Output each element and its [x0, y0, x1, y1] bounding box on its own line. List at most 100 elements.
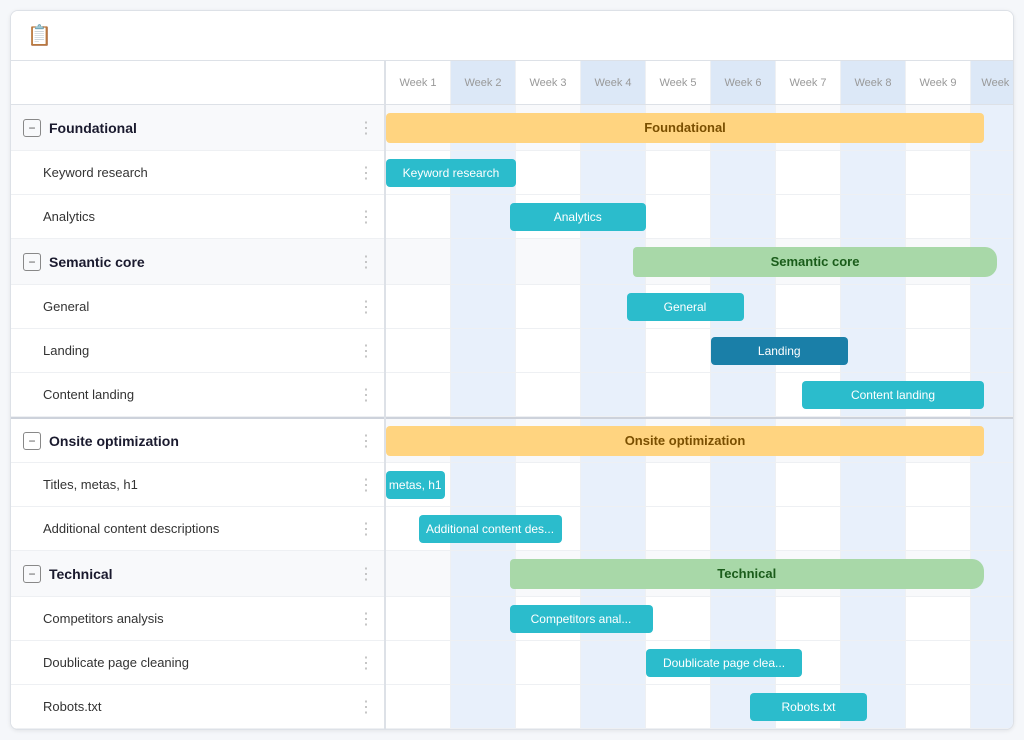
gantt-cell-analytics-col-0	[386, 195, 451, 238]
gantt-row-robots-txt: Robots.txt	[386, 685, 1013, 729]
gantt-cell-content-landing-col-3	[581, 373, 646, 416]
row-menu-competitors-analysis[interactable]: ⋮	[354, 609, 376, 629]
gantt-row-additional-content: Additional content des...	[386, 507, 1013, 551]
gantt-cell-titles-metas-col-5	[711, 463, 776, 506]
gantt-cell-titles-metas-col-2	[516, 463, 581, 506]
gantt-bar-landing[interactable]: Landing	[711, 337, 848, 365]
gantt-cell-landing-col-2	[516, 329, 581, 372]
left-panel: −Foundational⋮Keyword research⋮Analytics…	[11, 61, 386, 729]
gantt-cell-general-col-6	[776, 285, 841, 328]
left-cell-competitors-analysis: Competitors analysis⋮	[11, 597, 384, 640]
collapse-icon-foundational[interactable]: −	[23, 119, 41, 137]
gantt-cell-landing-col-4	[646, 329, 711, 372]
gantt-col-header-7: Week 8	[841, 61, 906, 104]
right-panel: Week 1Week 2Week 3Week 4Week 5Week 6Week…	[386, 61, 1013, 729]
gantt-cell-competitors-analysis-col-7	[841, 597, 906, 640]
gantt-bar-analytics[interactable]: Analytics	[510, 203, 647, 231]
gantt-cell-landing-col-9	[971, 329, 1013, 372]
gantt-col-header-6: Week 7	[776, 61, 841, 104]
gantt-cell-keyword-research-col-2	[516, 151, 581, 194]
row-menu-semantic-core[interactable]: ⋮	[354, 252, 376, 272]
collapse-icon-technical[interactable]: −	[23, 565, 41, 583]
row-menu-landing[interactable]: ⋮	[354, 341, 376, 361]
row-menu-titles-metas[interactable]: ⋮	[354, 475, 376, 495]
gantt-cell-general-col-0	[386, 285, 451, 328]
row-menu-technical[interactable]: ⋮	[354, 564, 376, 584]
gantt-cell-robots-txt-col-4	[646, 685, 711, 728]
left-header	[11, 61, 384, 105]
row-menu-onsite-optimization[interactable]: ⋮	[354, 431, 376, 451]
gantt-wrapper: −Foundational⋮Keyword research⋮Analytics…	[11, 61, 1013, 729]
left-row-technical: −Technical⋮	[11, 551, 384, 597]
gantt-col-header-5: Week 6	[711, 61, 776, 104]
app-header: 📋	[11, 11, 1013, 61]
gantt-row-competitors-analysis: Competitors anal...	[386, 597, 1013, 641]
row-menu-foundational[interactable]: ⋮	[354, 118, 376, 138]
gantt-col-header-3: Week 4	[581, 61, 646, 104]
gantt-bar-content-landing[interactable]: Content landing	[802, 381, 984, 409]
gantt-row-technical: Technical	[386, 551, 1013, 597]
left-row-foundational: −Foundational⋮	[11, 105, 384, 151]
gantt-bar-competitors-analysis[interactable]: Competitors anal...	[510, 605, 653, 633]
left-cell-additional-content: Additional content descriptions⋮	[11, 507, 384, 550]
gantt-cell-content-landing-col-2	[516, 373, 581, 416]
left-cell-foundational: −Foundational⋮	[11, 105, 384, 150]
left-row-additional-content: Additional content descriptions⋮	[11, 507, 384, 551]
gantt-cell-titles-metas-col-4	[646, 463, 711, 506]
app-icon: 📋	[27, 23, 52, 48]
gantt-cell-titles-metas-col-6	[776, 463, 841, 506]
gantt-cell-semantic-core-col-2	[516, 239, 581, 284]
collapse-icon-onsite-optimization[interactable]: −	[23, 432, 41, 450]
row-label-semantic-core: Semantic core	[49, 254, 354, 270]
left-row-onsite-optimization: −Onsite optimization⋮	[11, 417, 384, 463]
collapse-icon-semantic-core[interactable]: −	[23, 253, 41, 271]
left-row-analytics: Analytics⋮	[11, 195, 384, 239]
left-row-robots-txt: Robots.txt⋮	[11, 685, 384, 729]
row-menu-analytics[interactable]: ⋮	[354, 207, 376, 227]
gantt-cell-analytics-col-4	[646, 195, 711, 238]
row-menu-general[interactable]: ⋮	[354, 297, 376, 317]
gantt-bar-onsite-optimization[interactable]: Onsite optimization	[386, 426, 984, 456]
gantt-bar-foundational[interactable]: Foundational	[386, 113, 984, 143]
gantt-grid: Week 1Week 2Week 3Week 4Week 5Week 6Week…	[386, 61, 1013, 729]
gantt-bar-titles-metas[interactable]: metas, h1	[386, 471, 445, 499]
gantt-cell-keyword-research-col-3	[581, 151, 646, 194]
gantt-bar-robots-txt[interactable]: Robots.txt	[750, 693, 867, 721]
left-cell-landing: Landing⋮	[11, 329, 384, 372]
left-row-doublicate-page: Doublicate page cleaning⋮	[11, 641, 384, 685]
gantt-cell-technical-col-0	[386, 551, 451, 596]
row-label-onsite-optimization: Onsite optimization	[49, 433, 354, 449]
left-cell-keyword-research: Keyword research⋮	[11, 151, 384, 194]
gantt-cell-general-col-1	[451, 285, 516, 328]
gantt-row-foundational: Foundational	[386, 105, 1013, 151]
gantt-bar-general[interactable]: General	[627, 293, 744, 321]
gantt-cell-additional-content-col-9	[971, 507, 1013, 550]
left-row-titles-metas: Titles, metas, h1⋮	[11, 463, 384, 507]
gantt-cell-content-landing-col-0	[386, 373, 451, 416]
row-menu-keyword-research[interactable]: ⋮	[354, 163, 376, 183]
gantt-cell-general-col-7	[841, 285, 906, 328]
gantt-cell-competitors-analysis-col-5	[711, 597, 776, 640]
row-menu-additional-content[interactable]: ⋮	[354, 519, 376, 539]
gantt-cell-analytics-col-1	[451, 195, 516, 238]
row-menu-robots-txt[interactable]: ⋮	[354, 697, 376, 717]
gantt-header-row: Week 1Week 2Week 3Week 4Week 5Week 6Week…	[386, 61, 1013, 105]
gantt-bar-semantic-core[interactable]: Semantic core	[633, 247, 997, 277]
row-label-foundational: Foundational	[49, 120, 354, 136]
gantt-cell-analytics-col-7	[841, 195, 906, 238]
gantt-row-keyword-research: Keyword research	[386, 151, 1013, 195]
row-label-landing: Landing	[43, 343, 354, 358]
gantt-cell-robots-txt-col-8	[906, 685, 971, 728]
gantt-cell-general-col-8	[906, 285, 971, 328]
left-row-competitors-analysis: Competitors analysis⋮	[11, 597, 384, 641]
gantt-row-titles-metas: metas, h1	[386, 463, 1013, 507]
gantt-bar-keyword-research[interactable]: Keyword research	[386, 159, 516, 187]
gantt-cell-keyword-research-col-9	[971, 151, 1013, 194]
gantt-bar-technical[interactable]: Technical	[510, 559, 985, 589]
row-menu-content-landing[interactable]: ⋮	[354, 385, 376, 405]
left-row-general: General⋮	[11, 285, 384, 329]
gantt-bar-additional-content[interactable]: Additional content des...	[419, 515, 562, 543]
gantt-cell-landing-col-7	[841, 329, 906, 372]
gantt-cell-competitors-analysis-col-1	[451, 597, 516, 640]
gantt-cell-robots-txt-col-0	[386, 685, 451, 728]
